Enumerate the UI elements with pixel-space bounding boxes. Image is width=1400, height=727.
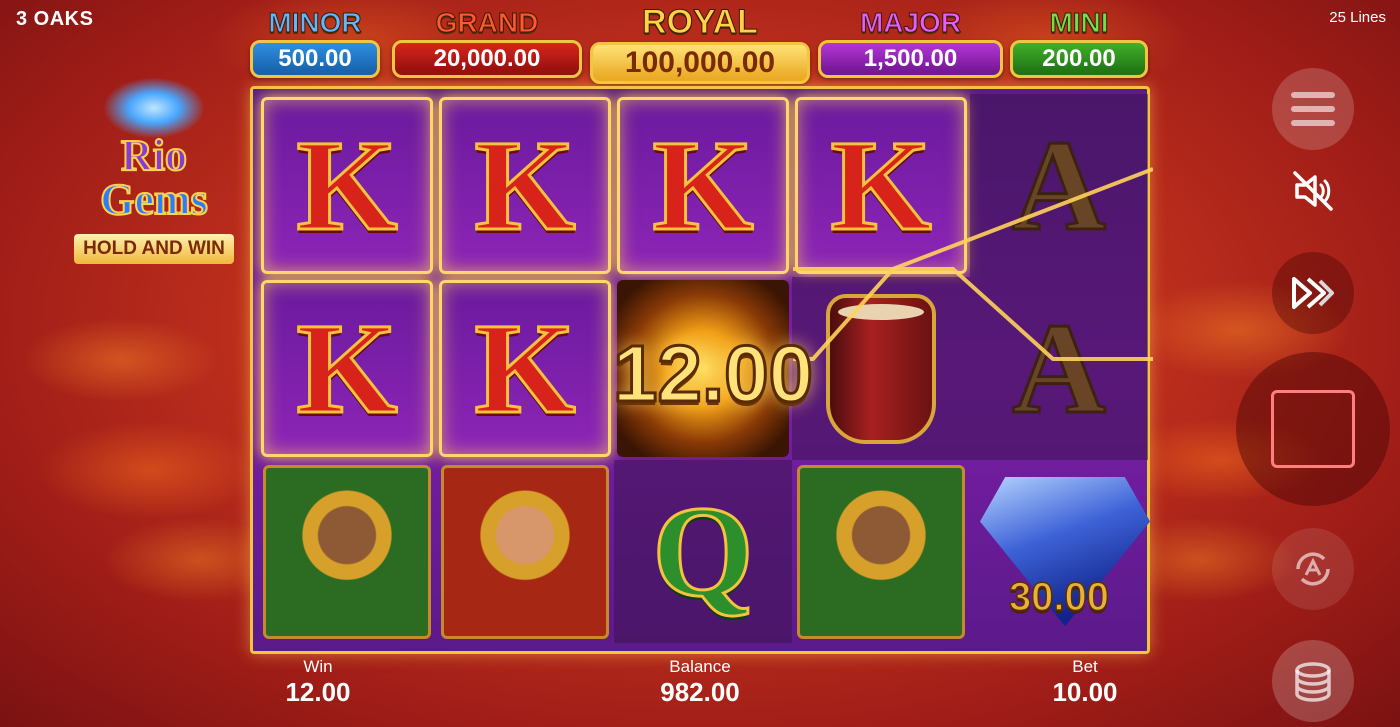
jackpot-mini-title: MINI xyxy=(1049,7,1109,38)
win-display: Win 12.00 xyxy=(268,657,368,707)
reel-cell-a: A xyxy=(970,277,1148,460)
reel-cell-k: K xyxy=(439,97,611,274)
symbol-k: K xyxy=(651,113,755,258)
bet-label: Bet xyxy=(1072,657,1098,676)
reel-cell-k: K xyxy=(261,280,433,457)
coins-icon xyxy=(1295,662,1331,702)
reel-window: K K K K A K K A Q 30.00 12.00 xyxy=(250,86,1153,654)
reel-cell-gem: 30.00 xyxy=(970,460,1150,643)
dancer-green-icon xyxy=(797,464,965,639)
jackpot-minor-title: MINOR xyxy=(268,7,362,38)
jackpot-major: MAJOR 1,500.00 xyxy=(818,7,1003,82)
paylines-count: 25 Lines xyxy=(1329,9,1386,26)
balance-value: 982.00 xyxy=(660,677,740,707)
balance-label: Balance xyxy=(669,657,731,676)
symbol-k: K xyxy=(473,296,577,441)
autoplay-icon xyxy=(1296,552,1330,586)
menu-icon xyxy=(1291,92,1335,126)
logo-line1: Rio xyxy=(120,131,188,180)
jackpot-grand-title: GRAND xyxy=(435,7,539,38)
reel-cell-k: K xyxy=(617,97,789,274)
turbo-icon xyxy=(1292,277,1334,309)
jackpot-royal-value: 100,000.00 xyxy=(590,42,810,84)
symbol-q: Q xyxy=(651,479,755,624)
jackpot-minor: MINOR 500.00 xyxy=(250,7,380,82)
reel-cell-a: A xyxy=(970,94,1148,277)
jackpot-royal-title: ROYAL xyxy=(642,3,759,41)
jackpot-royal: ROYAL 100,000.00 xyxy=(590,3,810,84)
dancer-red-icon xyxy=(441,464,609,639)
symbol-k: K xyxy=(295,113,399,258)
symbol-k: K xyxy=(295,296,399,441)
win-value: 12.00 xyxy=(285,677,351,707)
reel-cell-k: K xyxy=(795,97,967,274)
menu-button[interactable] xyxy=(1272,68,1354,150)
dancer-green-icon xyxy=(263,464,431,639)
jackpot-mini-value: 200.00 xyxy=(1010,40,1148,78)
autoplay-button[interactable] xyxy=(1272,528,1354,610)
sound-off-icon xyxy=(1293,171,1333,211)
jackpot-grand: GRAND 20,000.00 xyxy=(392,7,582,82)
symbol-k: K xyxy=(829,113,933,258)
bet-value: 10.00 xyxy=(1052,677,1118,707)
balance-display: Balance 982.00 xyxy=(620,657,780,707)
spin-stop-button[interactable] xyxy=(1236,352,1390,506)
jackpot-mini: MINI 200.00 xyxy=(1010,7,1148,82)
reel-cell-dancer xyxy=(436,460,614,643)
brand-label: 3 OAKS xyxy=(16,8,94,30)
turbo-button[interactable] xyxy=(1272,252,1354,334)
sound-toggle-button[interactable] xyxy=(1282,160,1344,222)
gem-value: 30.00 xyxy=(1008,574,1110,620)
jackpot-major-value: 1,500.00 xyxy=(818,40,1003,78)
diamond-gem-icon: 30.00 xyxy=(970,476,1150,627)
symbol-k: K xyxy=(473,113,577,258)
stop-icon xyxy=(1271,390,1355,468)
reel-cell-dancer xyxy=(792,460,970,643)
symbol-a: A xyxy=(1011,113,1108,258)
win-amount-overlay: 12.00 xyxy=(611,328,814,420)
reel-cell-q: Q xyxy=(614,460,792,643)
reel-cell-k: K xyxy=(261,97,433,274)
bet-display[interactable]: Bet 10.00 xyxy=(1030,657,1140,707)
bet-settings-button[interactable] xyxy=(1272,640,1354,722)
logo-tagline: HOLD AND WIN xyxy=(74,234,234,264)
reel-cell-dancer xyxy=(258,460,436,643)
game-logo: Rio Gems HOLD AND WIN xyxy=(64,78,244,268)
jackpot-minor-value: 500.00 xyxy=(250,40,380,78)
symbol-a: A xyxy=(1011,296,1108,441)
jackpot-grand-value: 20,000.00 xyxy=(392,40,582,78)
logo-line2: Gems xyxy=(99,175,209,224)
win-label: Win xyxy=(303,657,333,676)
jackpot-major-title: MAJOR xyxy=(859,7,962,38)
logo-gem-glow xyxy=(104,78,204,138)
